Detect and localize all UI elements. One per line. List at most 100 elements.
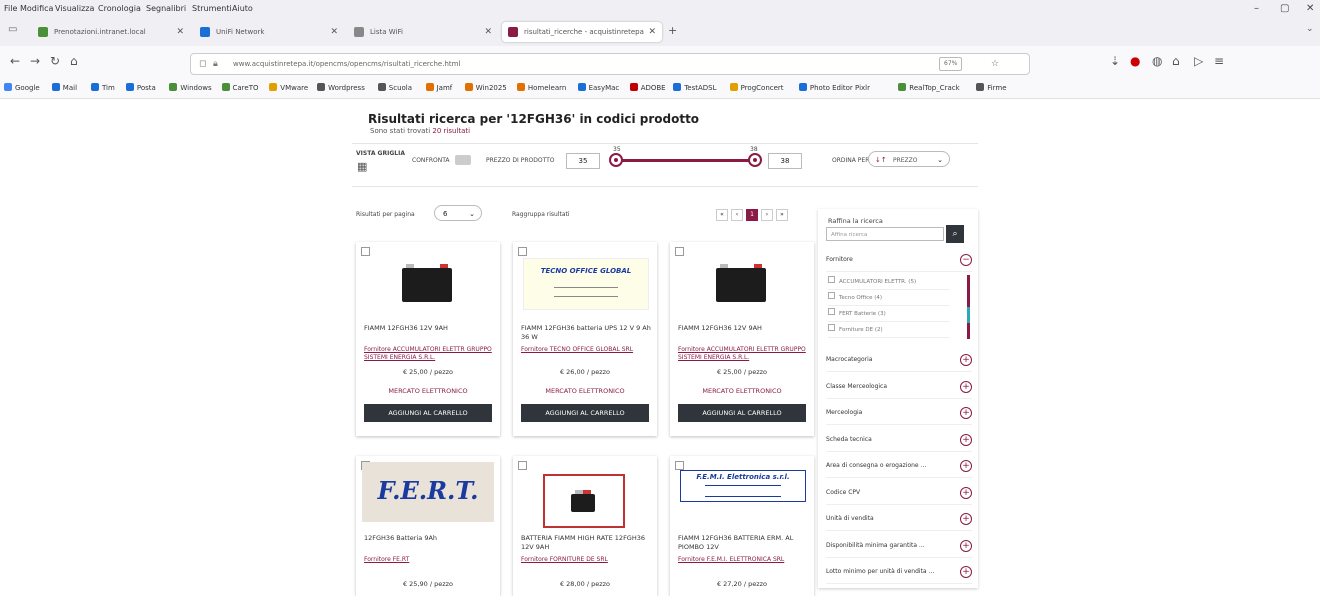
- checkbox-icon[interactable]: [828, 308, 835, 315]
- bookmark-item[interactable]: Firme: [976, 83, 1007, 92]
- price-slider-min-handle[interactable]: [609, 153, 623, 167]
- sidebar-icon[interactable]: ▷: [1194, 54, 1203, 68]
- compare-checkbox[interactable]: [518, 247, 527, 256]
- product-name[interactable]: FIAMM 12FGH36 12V 9AH: [364, 324, 494, 333]
- bookmark-item[interactable]: TestADSL: [673, 83, 717, 92]
- add-to-cart-button[interactable]: AGGIUNGI AL CARRELLO: [364, 404, 492, 422]
- bookmark-item[interactable]: Windows: [169, 83, 212, 92]
- filter-row[interactable]: Lotto minimo per unità di vendita ... +: [826, 561, 972, 584]
- product-name[interactable]: FIAMM 12FGH36 12V 9AH: [678, 324, 808, 333]
- page-button[interactable]: ›: [761, 209, 773, 221]
- bookmark-item[interactable]: Wordpress: [317, 83, 365, 92]
- menu-segnalibri[interactable]: Segnalibri: [146, 4, 186, 13]
- price-slider-max-handle[interactable]: [748, 153, 762, 167]
- bookmark-item[interactable]: Posta: [125, 83, 156, 92]
- checkbox-icon[interactable]: [828, 324, 835, 331]
- product-name[interactable]: 12FGH36 Batteria 9Ah: [364, 534, 494, 543]
- forward-icon[interactable]: →: [30, 54, 40, 68]
- page-button[interactable]: ‹: [731, 209, 743, 221]
- seller-link[interactable]: Fornitore F.E.M.I. ELETTRONICA SRL: [678, 556, 808, 564]
- bookmark-item[interactable]: Win2025: [464, 83, 507, 92]
- product-image[interactable]: F.E.M.I. Elettronica s.r.l.: [680, 470, 806, 502]
- filter-row[interactable]: Unità di vendita +: [826, 508, 972, 531]
- opera-icon[interactable]: ●: [1130, 54, 1140, 68]
- tab-risultati[interactable]: risultati_ricerche - acquistinretepa ✕: [502, 22, 662, 42]
- product-image[interactable]: [543, 474, 625, 528]
- lock-icon[interactable]: 🔒︎: [213, 54, 218, 74]
- compare-checkbox[interactable]: [675, 247, 684, 256]
- menu-icon[interactable]: ≡: [1214, 54, 1224, 68]
- filter-row[interactable]: Macrocategoria +: [826, 349, 972, 372]
- seller-link[interactable]: Fornitore FORNITURE DE SRL: [521, 556, 651, 564]
- page-button[interactable]: »: [776, 209, 788, 221]
- tab-prenotazioni[interactable]: Prenotazioni.intranet.local ✕: [32, 22, 190, 42]
- menu-file[interactable]: File: [4, 4, 17, 13]
- plus-icon[interactable]: +: [960, 433, 972, 446]
- page-button[interactable]: 1: [746, 209, 758, 221]
- reload-icon[interactable]: ↻: [50, 54, 60, 68]
- product-image[interactable]: [708, 258, 774, 306]
- minimize-icon[interactable]: –: [1254, 3, 1259, 14]
- product-card[interactable]: BATTERIA FIAMM HIGH RATE 12FGH36 12V 9AH…: [513, 456, 657, 596]
- price-slider-track[interactable]: [615, 159, 755, 162]
- product-card[interactable]: F.E.R.T. 12FGH36 Batteria 9Ah Fornitore FE…: [356, 456, 500, 596]
- tab-close-icon[interactable]: ✕: [176, 22, 184, 42]
- product-name[interactable]: BATTERIA FIAMM HIGH RATE 12FGH36 12V 9AH: [521, 534, 651, 552]
- scrollbar[interactable]: [967, 323, 970, 339]
- menu-cronologia[interactable]: Cronologia: [98, 4, 141, 13]
- tab-list-icon[interactable]: ▭: [8, 24, 17, 35]
- seller-link[interactable]: Fornitore FE.RT: [364, 556, 494, 564]
- chevron-down-icon[interactable]: ⌄: [1306, 24, 1314, 34]
- plus-icon[interactable]: +: [960, 513, 972, 525]
- bookmark-item[interactable]: Tim: [91, 83, 115, 92]
- filter-fornitore[interactable]: Fornitore −: [826, 249, 972, 272]
- home-icon[interactable]: ⌂: [70, 54, 78, 68]
- plus-icon[interactable]: +: [960, 354, 972, 366]
- downloads-icon[interactable]: ⇣: [1110, 54, 1120, 68]
- filter-row[interactable]: Scheda tecnica +: [826, 429, 972, 452]
- scrollbar[interactable]: [967, 275, 970, 291]
- compare-checkbox[interactable]: [361, 247, 370, 256]
- menu-visualizza[interactable]: Visualizza: [55, 4, 94, 13]
- price-max-input[interactable]: 38: [768, 153, 802, 169]
- bookmark-item[interactable]: Jamf: [425, 83, 452, 92]
- add-to-cart-button[interactable]: AGGIUNGI AL CARRELLO: [521, 404, 649, 422]
- product-name[interactable]: FIAMM 12FGH36 BATTERIA ERM. AL PIOMBO 12…: [678, 534, 808, 552]
- fornitore-option[interactable]: ACCUMULATORI ELETTR. (5): [828, 275, 950, 290]
- puzzle-icon[interactable]: ⌂: [1172, 54, 1180, 68]
- scrollbar[interactable]: [967, 307, 970, 323]
- bookmark-item[interactable]: Mail: [51, 83, 77, 92]
- menu-modifica[interactable]: Modifica: [20, 4, 53, 13]
- plus-icon[interactable]: +: [960, 486, 972, 499]
- checkbox-icon[interactable]: [828, 276, 835, 283]
- plus-icon[interactable]: +: [960, 407, 972, 419]
- product-card[interactable]: TECNO OFFICE GLOBAL FIAMM 12FGH36 batteri…: [513, 242, 657, 436]
- bookmark-item[interactable]: Photo Editor Pixlr: [798, 83, 870, 92]
- tab-close-icon[interactable]: ✕: [330, 22, 338, 42]
- tab-close-icon[interactable]: ✕: [484, 22, 492, 42]
- confronta-toggle[interactable]: [455, 155, 471, 165]
- fornitore-option[interactable]: Forniture DE (2): [828, 323, 950, 338]
- product-image[interactable]: [394, 258, 460, 306]
- filter-row[interactable]: Classe Merceologica +: [826, 376, 972, 399]
- filter-row[interactable]: Merceologia +: [826, 402, 972, 425]
- shield-icon[interactable]: ◻: [199, 54, 206, 74]
- fornitore-option[interactable]: FERT Batterie (3): [828, 307, 950, 322]
- per-page-select[interactable]: 6 ⌄: [434, 205, 482, 221]
- product-card[interactable]: FIAMM 12FGH36 12V 9AH Fornitore ACCUMULAT…: [670, 242, 814, 436]
- close-icon[interactable]: ✕: [1306, 3, 1314, 14]
- seller-link[interactable]: Fornitore ACCUMULATORI ELETTR GRUPPO SIS…: [364, 346, 494, 362]
- refine-search-input[interactable]: Affina ricerca: [826, 227, 944, 241]
- grid-view-icon[interactable]: ▦: [357, 160, 367, 173]
- product-image[interactable]: TECNO OFFICE GLOBAL: [523, 258, 649, 310]
- new-tab-icon[interactable]: +: [668, 24, 677, 37]
- bookmark-item[interactable]: ADOBE: [629, 83, 666, 92]
- tab-close-icon[interactable]: ✕: [648, 22, 656, 42]
- tab-lista-wifi[interactable]: Lista WiFi ✕: [348, 22, 498, 42]
- fornitore-option[interactable]: Tecno Office (4): [828, 291, 950, 306]
- menu-aiuto[interactable]: Aiuto: [232, 4, 253, 13]
- plus-icon[interactable]: +: [960, 566, 972, 578]
- bookmark-item[interactable]: VMware: [269, 83, 308, 92]
- zoom-level[interactable]: 67%: [939, 57, 963, 71]
- extension-icon[interactable]: ◍: [1152, 54, 1162, 68]
